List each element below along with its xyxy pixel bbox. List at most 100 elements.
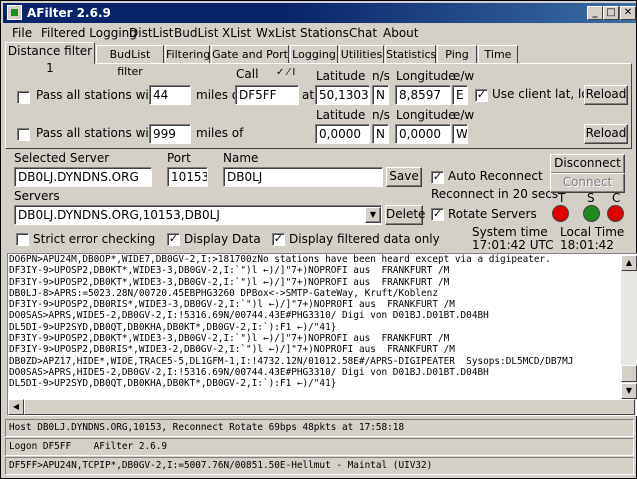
close-icon[interactable]: ✕ [620, 6, 636, 20]
connection-indicator-icon [607, 205, 624, 222]
status-logon: Logon DF5FF AFilter 2.6.9 [5, 438, 634, 456]
latitude-field-2[interactable]: 0,0000 [315, 124, 370, 144]
selected-server-label: Selected Server [14, 151, 110, 165]
servers-dropdown[interactable]: DB0LJ.DYNDNS.ORG,10153,DB0LJ [14, 205, 382, 225]
pass-all-checkbox-2[interactable] [17, 128, 30, 141]
display-data-label: Display Data [184, 232, 261, 246]
longitude-field-1[interactable]: 8,8597 [395, 85, 451, 105]
tab-time[interactable]: Time [478, 45, 518, 63]
app-window: AFilter 2.6.9 _ □ ✕ File Filtered Loggin… [0, 0, 637, 479]
strict-error-checkbox[interactable] [16, 233, 29, 246]
save-button[interactable]: Save [386, 167, 422, 187]
ns-field-1[interactable]: N [372, 85, 389, 105]
log-line: DO6PN>APU24M,DB0OP*,WIDE7,DB0GV-2,I:>181… [9, 254, 551, 265]
reload-button-1[interactable]: Reload [584, 85, 628, 105]
display-data-checkbox[interactable]: ✓ [167, 233, 180, 246]
auto-reconnect-checkbox[interactable]: ✓ [431, 171, 444, 184]
ew-field-1[interactable]: E [452, 85, 468, 105]
reload-button-2[interactable]: Reload [584, 124, 628, 144]
log-line: DO0SAS>APRS,HIDE5-2,DB0GV-2,I:!5316.69N/… [9, 366, 489, 378]
use-client-checkbox[interactable]: ✓ [475, 89, 488, 102]
window-title: AFilter 2.6.9 [27, 6, 111, 20]
menu-xlist[interactable]: XList [222, 26, 251, 40]
app-icon[interactable] [7, 5, 22, 20]
call-field[interactable]: DF5FF [235, 85, 299, 105]
miles-of-label-2: miles of [196, 126, 244, 140]
log-line: DB0LJ-8>APRS:=5023.28N/00720.45EBPHG3260… [9, 287, 438, 299]
reconnect-countdown: Reconnect in 20 secs [431, 187, 559, 201]
menu-budlist[interactable]: BudList [174, 26, 218, 40]
log-line: DL5DI-9>UP2SYD,DB0QT,DB0KHA,DB0KT*,DB0GV… [9, 378, 337, 390]
log-line: DF3IY-9>UPOSP2,DB0KT*,WIDE3-3,DB0GV-2,I:… [9, 333, 450, 345]
tab-statistics[interactable]: Statistics [385, 45, 436, 63]
horizontal-scroll-thumb[interactable] [24, 399, 635, 415]
tab-logging[interactable]: Logging [290, 45, 338, 63]
delete-button[interactable]: Delete [385, 205, 425, 225]
transmit-indicator-icon [552, 205, 569, 222]
call-label: Call [236, 67, 259, 81]
menu-file[interactable]: File [12, 26, 32, 40]
title-bar[interactable]: AFilter 2.6.9 _ □ ✕ [3, 3, 636, 23]
chevron-down-icon[interactable]: ▼ [365, 207, 381, 223]
log-line: DO0SAS>APRS,WIDE5-2,DB0GV-2,I:!5316.69N/… [9, 310, 489, 322]
ew-field-2[interactable]: W [452, 124, 468, 144]
led-label-s: S [587, 191, 595, 205]
at-label: at [302, 88, 315, 102]
miles-field-1[interactable]: 44 [149, 85, 191, 105]
scroll-up-icon[interactable]: ▲ [621, 255, 637, 271]
packet-log[interactable]: DO6PN>APU24M,DB0OP*,WIDE7,DB0GV-2,I:>181… [7, 253, 637, 416]
scroll-down-icon[interactable]: ▼ [621, 383, 637, 399]
log-line: DL5DI-9>UP2SYD,DB0QT,DB0KHA,DB0KT*,DB0GV… [9, 321, 337, 333]
tab-distance-filter-1[interactable]: Distance filter 1 [5, 42, 95, 75]
longitude-label-2: Longitude [396, 108, 456, 122]
log-line: DF3IY-9>UPOSP2,DB0KT*,WIDE3-3,DB0GV-2,I:… [9, 276, 450, 288]
log-line: DB0ZD>APZ17,HIDE*,WIDE,TRACE5-5,DL1GFM-1… [9, 355, 574, 367]
led-label-c: C [612, 191, 621, 205]
ew-label-2: e/w [453, 108, 475, 122]
tab-utilities[interactable]: Utilities [339, 45, 384, 63]
display-filtered-checkbox[interactable]: ✓ [272, 233, 285, 246]
menu-wxlist[interactable]: WxList [256, 26, 296, 40]
port-field[interactable]: 10153 [167, 167, 208, 187]
system-time-label: System time [472, 225, 548, 239]
menu-about[interactable]: About [383, 26, 418, 40]
selected-server-field[interactable]: DB0LJ.DYNDNS.ORG [14, 167, 152, 187]
use-client-label: Use client lat, lon [492, 87, 597, 101]
menu-stations[interactable]: Stations [300, 26, 349, 40]
distance-filter-panel: Call ✓ ⁄ I Latitude n/s Longitude e/w Pa… [5, 63, 632, 149]
strict-error-label: Strict error checking [33, 232, 156, 246]
name-field[interactable]: DB0LJ [223, 167, 383, 187]
log-line: DF3IY-9>UPOSP2,DB0RIS*,WIDE3-2,DB0GV-2,I… [9, 344, 455, 356]
auto-reconnect-label: Auto Reconnect [448, 169, 543, 183]
pass-all-checkbox-1[interactable] [17, 91, 30, 104]
maximize-icon[interactable]: □ [603, 6, 619, 20]
rotate-servers-checkbox[interactable]: ✓ [431, 208, 444, 221]
ns-field-2[interactable]: N [372, 124, 389, 144]
miles-field-2[interactable]: 999 [149, 124, 191, 144]
system-time-value: 17:01:42 UTC [472, 238, 554, 252]
menu-distlist[interactable]: DistList [129, 26, 174, 40]
horizontal-scrollbar[interactable]: ◀ [8, 399, 636, 415]
menu-chat[interactable]: Chat [349, 26, 377, 40]
longitude-field-2[interactable]: 0,0000 [395, 124, 451, 144]
tab-gate-and-port[interactable]: Gate and Port [211, 45, 289, 63]
tab-filtering[interactable]: Filtering [165, 45, 210, 63]
connect-button[interactable]: Connect [550, 173, 625, 193]
scroll-left-icon[interactable]: ◀ [8, 399, 24, 415]
tab-ping[interactable]: Ping [437, 45, 477, 63]
local-time-value: 18:01:42 [560, 238, 614, 252]
tab-budlist-filter[interactable]: BudList filter [96, 45, 164, 78]
servers-label: Servers [14, 189, 60, 203]
log-line: DF3IY-9>UPOSP2,DB0KT*,WIDE3-3,DB0GV-2,I:… [9, 265, 450, 277]
menu-bar: File Filtered Logging DistList BudList X… [3, 24, 636, 42]
name-label: Name [223, 151, 259, 165]
vertical-scrollbar[interactable]: ▲ ▼ [621, 255, 637, 400]
display-filtered-label: Display filtered data only [289, 232, 440, 246]
scroll-thumb[interactable] [621, 365, 637, 382]
latitude-field-1[interactable]: 50,1303 [315, 85, 370, 105]
minimize-icon[interactable]: _ [587, 6, 603, 20]
disconnect-button[interactable]: Disconnect [550, 154, 625, 174]
rotate-servers-label: Rotate Servers [448, 207, 537, 221]
log-line: DF3IY-9>UPOSP2,DB0RIS*,WIDE3-3,DB0GV-2,I… [9, 299, 455, 311]
menu-filtered-logging[interactable]: Filtered Logging [41, 26, 137, 40]
